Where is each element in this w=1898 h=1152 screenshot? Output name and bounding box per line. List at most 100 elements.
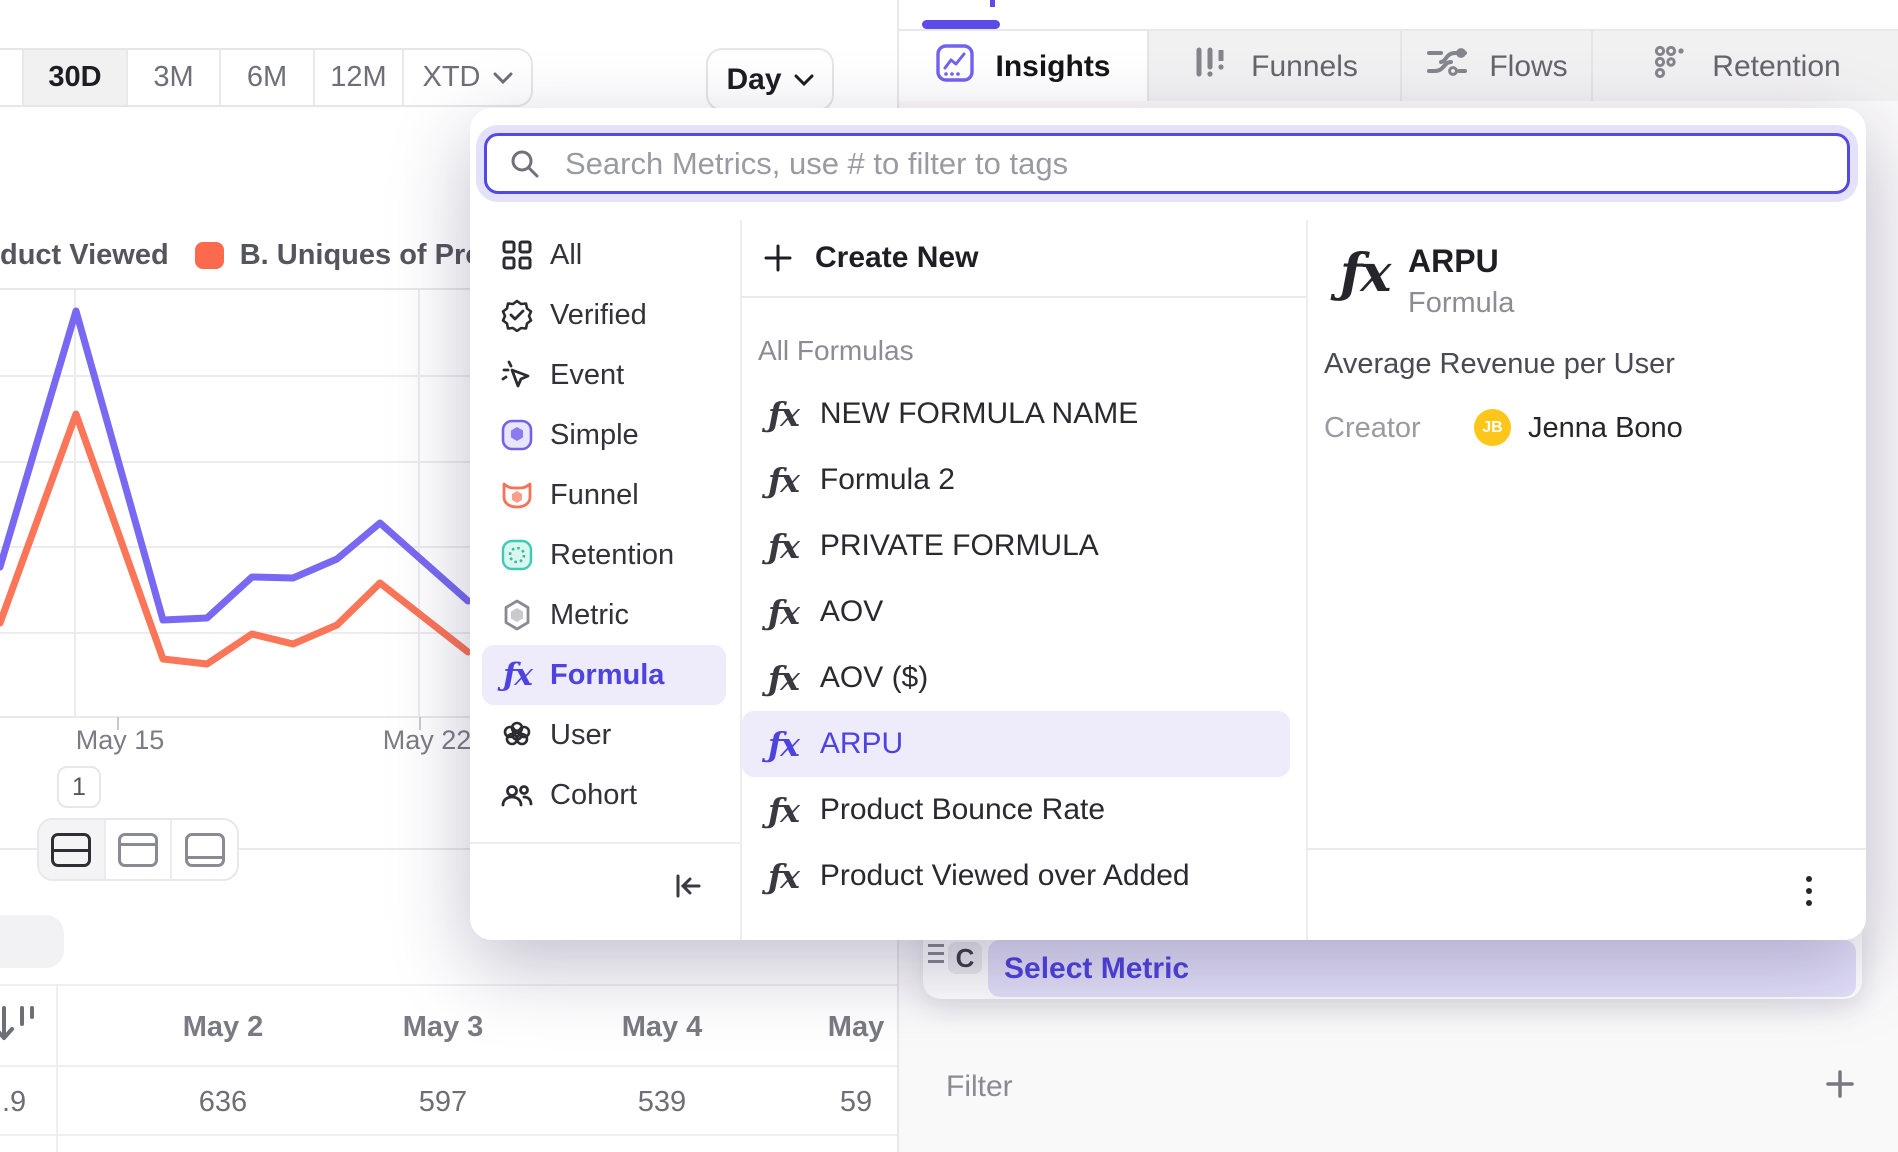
range-button-30D[interactable]: 30D xyxy=(24,50,128,105)
active-tab-indicator xyxy=(922,20,1000,29)
table-header-border xyxy=(0,1065,897,1067)
tab-retention[interactable]: Retention xyxy=(1593,31,1898,103)
category-list: All Verified Event Simple Funnel Retention Met… xyxy=(470,225,740,825)
range-button-XTD[interactable]: XTD xyxy=(404,50,531,105)
category-item-cohort[interactable]: Cohort xyxy=(482,765,726,825)
layout-switcher xyxy=(37,818,239,881)
formula-name: Formula 2 xyxy=(820,463,955,497)
category-label: Metric xyxy=(550,599,629,632)
verified-icon xyxy=(499,297,535,333)
pagination-page-button[interactable]: 1 xyxy=(57,766,101,808)
formula-name: Product Bounce Rate xyxy=(820,793,1105,827)
creator-label: Creator xyxy=(1324,412,1421,445)
formula-name: PRIVATE FORMULA xyxy=(820,529,1099,563)
layout-split-button[interactable] xyxy=(39,820,106,879)
range-label: 3M xyxy=(153,61,193,94)
tab-funnels[interactable]: Funnels xyxy=(1149,31,1402,103)
category-item-user[interactable]: User xyxy=(482,705,726,765)
chart-series xyxy=(0,311,468,620)
formula-item[interactable]: ƒxProduct Bounce Rate xyxy=(740,777,1306,843)
table-column-header[interactable]: May 3 xyxy=(353,1011,533,1044)
category-item-funnel[interactable]: Funnel xyxy=(482,465,726,525)
formula-list: ƒxNEW FORMULA NAMEƒxFormula 2ƒxPRIVATE F… xyxy=(740,381,1306,909)
plus-icon xyxy=(763,243,793,273)
funnel-icon xyxy=(499,477,535,513)
fx-icon: ƒx xyxy=(768,464,798,497)
range-label: 6M xyxy=(247,61,287,94)
category-label: Cohort xyxy=(550,779,637,812)
category-item-event[interactable]: Event xyxy=(482,345,726,405)
category-label: Retention xyxy=(550,539,674,572)
layout-table-button[interactable] xyxy=(172,820,237,879)
chevron-down-icon xyxy=(794,74,814,86)
legend-swatch xyxy=(195,242,224,269)
formula-name: AOV xyxy=(820,595,883,629)
drag-handle-icon[interactable] xyxy=(928,944,944,963)
formula-item[interactable]: ƒxPRIVATE FORMULA xyxy=(740,513,1306,579)
formula-item[interactable]: ƒxProduct Viewed over Added xyxy=(740,843,1306,909)
fx-icon: ƒx xyxy=(768,662,798,695)
category-item-all[interactable]: All xyxy=(482,225,726,285)
layout-split-icon xyxy=(51,833,91,867)
range-button-6M[interactable]: 6M xyxy=(221,50,315,105)
formula-item[interactable]: ƒx ARPU xyxy=(742,711,1290,777)
date-range-group: 30D 3M 6M 12M XTD xyxy=(0,48,533,107)
tab-label: Retention xyxy=(1712,50,1840,84)
highlighted-row-remnant xyxy=(0,915,64,968)
category-item-retention[interactable]: Retention xyxy=(482,525,726,585)
formula-name: AOV ($) xyxy=(820,661,928,695)
range-label: XTD xyxy=(423,61,481,94)
add-filter-button[interactable] xyxy=(1824,1068,1856,1105)
fx-icon: ƒx xyxy=(768,728,798,761)
funnels-icon xyxy=(1191,43,1231,91)
create-new-button[interactable]: Create New xyxy=(740,225,1306,291)
tab-label: Funnels xyxy=(1251,50,1358,84)
table-cell-value: 636 xyxy=(133,1086,313,1119)
select-metric-label: Select Metric xyxy=(1004,952,1189,986)
tab-label: Insights xyxy=(995,50,1110,84)
category-label: Funnel xyxy=(550,479,639,512)
table-cell-value: 539 xyxy=(572,1086,752,1119)
detail-footer-divider xyxy=(1306,848,1866,850)
retention-icon xyxy=(1652,43,1692,91)
range-button-3M[interactable]: 3M xyxy=(128,50,221,105)
formula-item[interactable]: ƒx AOV ($) xyxy=(740,645,1306,711)
category-label: All xyxy=(550,239,582,272)
layout-chart-button[interactable] xyxy=(106,820,173,879)
category-item-simple[interactable]: Simple xyxy=(482,405,726,465)
clause-key-badge[interactable]: C xyxy=(948,942,982,974)
range-button-partial[interactable] xyxy=(0,50,24,105)
sidebar-footer-divider xyxy=(470,842,740,844)
category-item-formula[interactable]: ƒxFormula xyxy=(482,645,726,705)
formula-item[interactable]: ƒxAOV xyxy=(740,579,1306,645)
formula-item[interactable]: ƒxNEW FORMULA NAME xyxy=(740,381,1306,447)
filter-section-label: Filter xyxy=(946,1070,1013,1104)
select-metric-button[interactable]: Select Metric xyxy=(988,940,1856,997)
table-row-border xyxy=(0,1134,897,1136)
category-label: Verified xyxy=(550,299,647,332)
granularity-button[interactable]: Day xyxy=(706,48,834,111)
chevron-down-icon xyxy=(493,72,513,84)
range-button-12M[interactable]: 12M xyxy=(315,50,404,105)
category-label: Event xyxy=(550,359,624,392)
table-column-header[interactable]: May 2 xyxy=(133,1011,313,1044)
category-item-metric[interactable]: Metric xyxy=(482,585,726,645)
tab-insights[interactable]: Insights xyxy=(899,31,1149,103)
avatar-initials: JB xyxy=(1482,419,1502,437)
formula-item[interactable]: ƒx Formula 2 xyxy=(740,447,1306,513)
event-icon xyxy=(499,357,535,393)
formula-name: NEW FORMULA NAME xyxy=(820,397,1138,431)
formula-icon: ƒx xyxy=(1340,248,1389,300)
collapse-left-icon xyxy=(672,870,704,902)
page-number: 1 xyxy=(72,773,86,802)
collapse-sidebar-button[interactable] xyxy=(666,864,710,908)
insights-icon xyxy=(935,43,975,91)
sort-descending-icon[interactable] xyxy=(0,1004,38,1053)
formula-name: ARPU xyxy=(820,727,903,761)
category-item-verified[interactable]: Verified xyxy=(482,285,726,345)
legend-item[interactable]: duct Viewed xyxy=(0,239,169,272)
create-new-label: Create New xyxy=(815,241,978,275)
tab-flows[interactable]: Flows xyxy=(1402,31,1593,103)
more-options-button[interactable] xyxy=(1806,876,1812,906)
table-column-header[interactable]: May 4 xyxy=(572,1011,752,1044)
